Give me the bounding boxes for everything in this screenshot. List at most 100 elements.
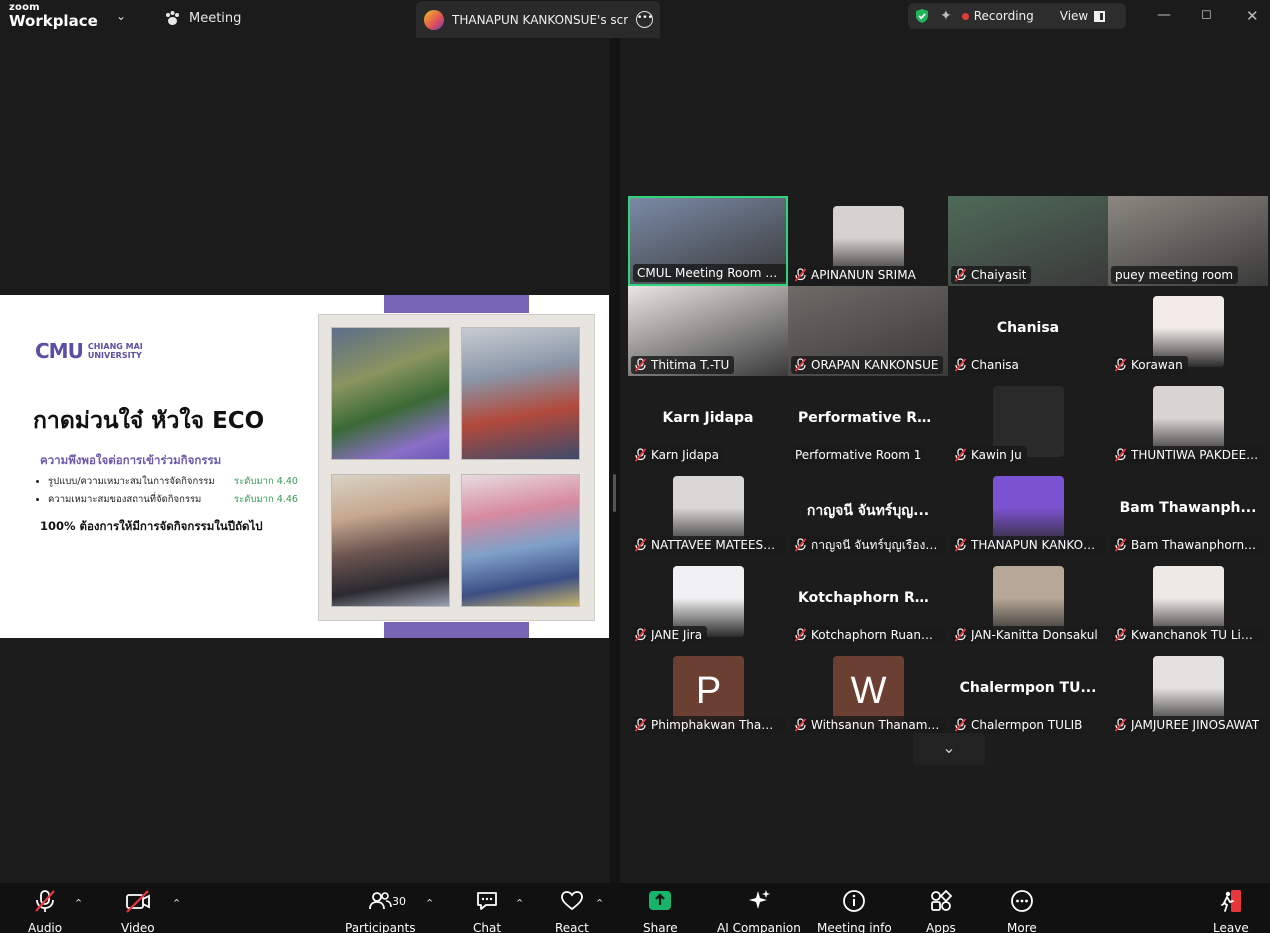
chat-options-caret[interactable]: ⌃ <box>515 897 524 910</box>
participant-tile[interactable]: CMUL Meeting Room 3... <box>628 196 788 286</box>
participant-name: APINANUN SRIMA <box>811 268 916 282</box>
participant-tile[interactable]: JANE Jira <box>628 556 788 646</box>
mic-muted-icon <box>634 628 647 642</box>
shield-check-icon[interactable] <box>914 8 930 24</box>
video-button[interactable]: Video <box>121 888 155 933</box>
participant-tile[interactable]: THANAPUN KANKON... <box>948 466 1108 556</box>
ai-sparkle-icon <box>748 890 770 909</box>
audio-options-caret[interactable]: ⌃ <box>74 897 83 910</box>
screen-share-tab[interactable]: THANAPUN KANKONSUE's screen ••• <box>416 1 660 38</box>
participant-tile[interactable]: APINANUN SRIMA <box>788 196 948 286</box>
heart-icon <box>561 891 583 911</box>
participant-tile[interactable]: PPhimphakwan Thanan... <box>628 646 788 736</box>
participant-tile[interactable]: puey meeting room <box>1108 196 1268 286</box>
participant-tile[interactable]: NATTAVEE MATEESU... <box>628 466 788 556</box>
mic-muted-icon <box>634 358 647 372</box>
leave-button[interactable]: Leave <box>1213 888 1249 933</box>
participant-tile[interactable]: JAN-Kanitta Donsakul <box>948 556 1108 646</box>
mic-muted-icon <box>634 718 647 732</box>
view-label: View <box>1059 9 1089 23</box>
meeting-info-button[interactable]: Meeting info <box>817 888 892 933</box>
mic-muted-icon <box>794 628 807 642</box>
participant-name: กาญจนี จันทร์บุญเรือง (ส... <box>811 537 940 552</box>
slide-list-item: รูปแบบ/ความเหมาะสมในการจัดกิจกรรม ระดับม… <box>48 474 298 489</box>
participant-tile[interactable]: กาญจนี จันทร์บุญ... กาญจนี จันทร์บุญเรือง… <box>788 466 948 556</box>
participant-name-label: Phimphakwan Thanan... <box>631 716 785 734</box>
view-button[interactable]: View <box>1044 9 1106 23</box>
close-icon[interactable]: ✕ <box>1246 7 1259 25</box>
participant-tile[interactable]: Korawan <box>1108 286 1268 376</box>
participant-display-name: กาญจนี จันทร์บุญ... <box>806 503 930 519</box>
participant-tile[interactable]: Chanisa Chanisa <box>948 286 1108 376</box>
react-button[interactable]: React <box>555 888 589 933</box>
participants-options-caret[interactable]: ⌃ <box>425 897 434 910</box>
cmu-logo: CMU CHIANG MAI UNIVERSITY <box>35 339 143 363</box>
apps-button[interactable]: Apps <box>926 888 956 933</box>
participant-tile[interactable]: Kwanchanok TU Libra... <box>1108 556 1268 646</box>
participant-name-label: THANAPUN KANKON... <box>951 536 1105 554</box>
participant-name: Kwanchanok TU Libra... <box>1131 628 1260 642</box>
slide-accent-band <box>384 295 529 313</box>
participant-tile[interactable]: Kawin Ju <box>948 376 1108 466</box>
ai-sparkle-icon[interactable]: ✦ <box>940 8 952 24</box>
more-button[interactable]: More <box>1007 888 1037 933</box>
meeting-area: CMU CHIANG MAI UNIVERSITY กาดม่วนใจ๋ หัว… <box>0 38 1270 883</box>
event-photo <box>461 327 580 460</box>
maximize-icon[interactable]: ◻ <box>1201 7 1212 22</box>
participant-tile[interactable]: Bam Thawanph... Bam Thawanphorn_TU <box>1108 466 1268 556</box>
event-photo <box>461 474 580 607</box>
share-button[interactable]: Share <box>643 888 678 933</box>
participant-tile[interactable]: JAMJUREE JINOSAWAT <box>1108 646 1268 736</box>
participant-name: NATTAVEE MATEESU... <box>651 538 780 552</box>
participant-tile[interactable]: Karn Jidapa Karn Jidapa <box>628 376 788 466</box>
resize-handle[interactable] <box>613 474 616 512</box>
participant-name-label: Bam Thawanphorn_TU <box>1111 536 1265 554</box>
participants-count: 30 <box>392 895 406 908</box>
participant-name: Kotchaphorn Ruanpe... <box>811 628 940 642</box>
minimize-icon[interactable]: — <box>1157 7 1171 23</box>
participant-name-label: Chalermpon TULIB <box>951 716 1088 734</box>
participant-name: Chanisa <box>971 358 1019 372</box>
react-options-caret[interactable]: ⌃ <box>595 897 604 910</box>
ai-companion-button[interactable]: AI Companion <box>717 888 801 933</box>
participant-name: puey meeting room <box>1115 268 1234 282</box>
slide-accent-band <box>384 622 529 638</box>
recording-label: Recording <box>973 9 1034 23</box>
participant-name: Thitima T.-TU <box>651 358 730 372</box>
video-options-caret[interactable]: ⌃ <box>172 897 181 910</box>
participant-name: THANAPUN KANKON... <box>971 538 1100 552</box>
photo-collage <box>318 314 595 621</box>
chat-button[interactable]: Chat <box>473 888 501 933</box>
participant-tile[interactable]: Thitima T.-TU <box>628 286 788 376</box>
audio-button[interactable]: Audio <box>28 888 62 933</box>
participant-tile[interactable]: THUNTIWA PAKDEEP... <box>1108 376 1268 466</box>
mic-muted-icon <box>954 268 967 282</box>
slide-subtitle: ความพึงพอใจต่อการเข้าร่วมกิจกรรม <box>40 453 222 467</box>
mic-muted-icon <box>954 448 967 462</box>
meeting-toolbar: Audio ⌃ Video ⌃ Participants 30 ⌃ Chat ⌃… <box>0 883 1270 933</box>
mic-muted-icon <box>954 718 967 732</box>
pane-divider[interactable] <box>610 38 620 883</box>
mic-muted-icon <box>954 358 967 372</box>
video-off-icon <box>125 890 150 913</box>
mic-muted-icon <box>1114 538 1127 552</box>
mic-muted-icon <box>634 538 647 552</box>
more-options-icon[interactable]: ••• <box>636 11 653 28</box>
chevron-down-icon[interactable]: ⌄ <box>116 9 126 23</box>
meeting-menu-button[interactable]: Meeting <box>164 10 241 26</box>
participant-tile[interactable]: Kotchaphorn Ru... Kotchaphorn Ruanpe... <box>788 556 948 646</box>
participant-tile[interactable]: Performative Ro... Performative Room 1 <box>788 376 948 466</box>
participant-tile[interactable]: Chalermpon TU... Chalermpon TULIB <box>948 646 1108 736</box>
participant-tile[interactable]: ORAPAN KANKONSUE <box>788 286 948 376</box>
participant-name-label: Withsanun Thanamap... <box>791 716 945 734</box>
gallery-scroll-down[interactable]: ⌄ <box>913 733 985 765</box>
participant-name-label: JAMJUREE JINOSAWAT <box>1111 716 1265 734</box>
participant-name: CMUL Meeting Room 3... <box>637 266 782 280</box>
participant-tile[interactable]: W Withsanun Thanamap... <box>788 646 948 736</box>
participant-name-label: Chaiyasit <box>951 266 1032 284</box>
recording-indicator[interactable]: Recording <box>961 9 1034 23</box>
participant-name-label: Kawin Ju <box>951 446 1027 464</box>
participant-tile[interactable]: Chaiyasit <box>948 196 1108 286</box>
participant-name: Kawin Ju <box>971 448 1022 462</box>
slide-list-item: ความเหมาะสมของสถานที่จัดกิจกรรม ระดับมาก… <box>48 492 298 507</box>
